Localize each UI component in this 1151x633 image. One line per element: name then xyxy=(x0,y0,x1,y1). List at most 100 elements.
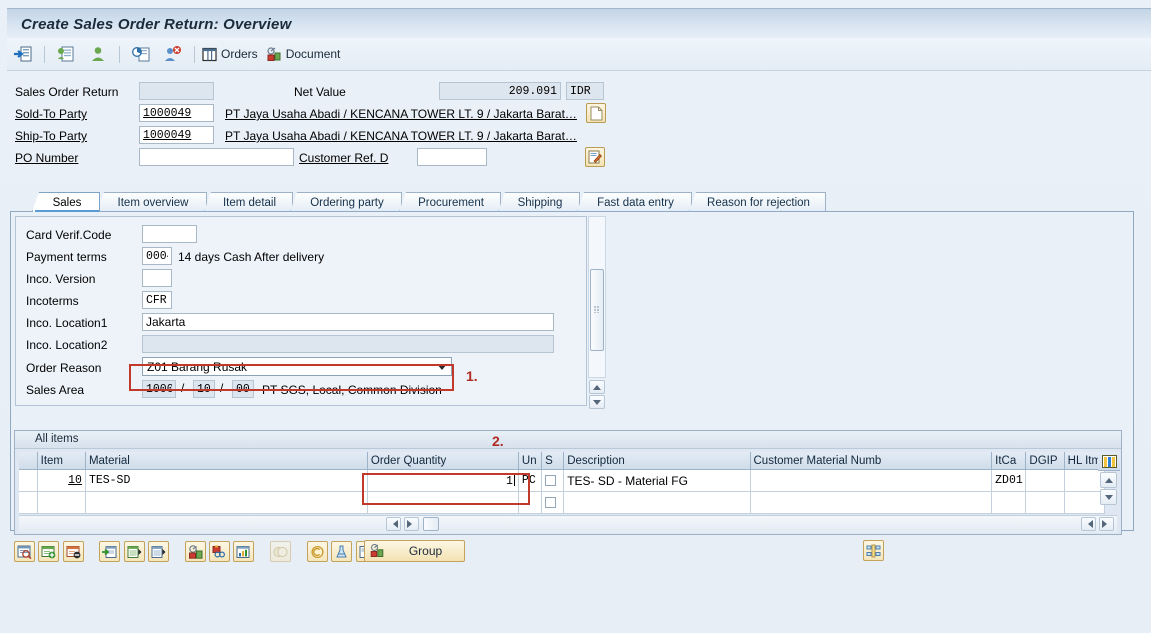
person-icon[interactable] xyxy=(82,41,114,67)
search-display-icon[interactable] xyxy=(14,541,35,562)
back-enter-icon[interactable] xyxy=(7,41,39,67)
row-scroll-down-button[interactable] xyxy=(1100,489,1117,505)
po-number-input[interactable] xyxy=(139,148,294,166)
tab-procurement[interactable]: Procurement xyxy=(399,192,501,212)
sold-to-party-input[interactable] xyxy=(139,104,214,122)
document-flow-icon[interactable] xyxy=(863,540,884,561)
cell-dgip[interactable] xyxy=(1025,491,1065,514)
tab-shipping[interactable]: Shipping xyxy=(498,192,580,212)
cell-material[interactable] xyxy=(85,491,368,514)
select-all-header[interactable] xyxy=(19,452,38,470)
column-header-material[interactable]: Material xyxy=(85,452,368,470)
cell-item[interactable] xyxy=(37,491,86,514)
inco-location1-input[interactable] xyxy=(142,313,554,331)
cell-unit[interactable] xyxy=(518,491,543,514)
cell-hl-itm[interactable] xyxy=(1064,491,1106,514)
column-header-s[interactable]: S xyxy=(541,452,565,470)
table-row[interactable]: 10 TES-SD 1 PC TES- SD - Material FG ZD0… xyxy=(19,469,1106,492)
sold-to-party-description[interactable]: PT Jaya Usaha Abadi / KENCANA TOWER LT. … xyxy=(225,107,577,121)
cell-customer-material-numb[interactable] xyxy=(750,469,993,492)
partner-overview-button[interactable] xyxy=(585,147,605,167)
sold-to-party-detail-button[interactable] xyxy=(586,103,606,123)
inco-location2-input[interactable] xyxy=(142,335,554,353)
cell-itca[interactable] xyxy=(991,491,1027,514)
tab-reason-for-rejection[interactable]: Reason for rejection xyxy=(689,192,826,212)
column-header-order-quantity[interactable]: Order Quantity xyxy=(367,452,519,470)
cell-s[interactable] xyxy=(541,469,565,492)
orders-button[interactable]: Orders xyxy=(200,41,264,67)
cell-unit[interactable]: PC xyxy=(518,469,543,492)
group-button[interactable]: Group xyxy=(364,540,465,562)
incoterms-input[interactable] xyxy=(142,291,172,309)
overview-icon[interactable] xyxy=(125,41,157,67)
sales-order-return-input[interactable] xyxy=(139,82,214,100)
cell-hl-itm[interactable] xyxy=(1064,469,1106,492)
cell-order-quantity[interactable] xyxy=(367,491,519,514)
statistics-icon[interactable] xyxy=(233,541,255,562)
hscroll-right-button[interactable] xyxy=(404,517,419,531)
ship-to-party-description[interactable]: PT Jaya Usaha Abadi / KENCANA TOWER LT. … xyxy=(225,129,577,143)
hscroll-thumb[interactable] xyxy=(423,517,439,531)
tab-item-overview[interactable]: Item overview xyxy=(97,192,207,212)
column-header-dgip[interactable]: DGIP xyxy=(1025,452,1065,470)
configuration-icon[interactable] xyxy=(331,541,353,562)
column-header-customer-material-numb[interactable]: Customer Material Numb xyxy=(750,452,993,470)
card-verif-code-input[interactable] xyxy=(142,225,197,243)
sales-scrollbar-thumb[interactable] xyxy=(590,269,604,351)
hscroll-left-button[interactable] xyxy=(386,517,401,531)
cell-s[interactable] xyxy=(541,491,565,514)
double-coin-icon[interactable] xyxy=(270,541,292,562)
tab-ordering-party[interactable]: Ordering party xyxy=(290,192,402,212)
column-header-itca[interactable]: ItCa xyxy=(991,452,1027,470)
sales-scroll-down-button[interactable] xyxy=(589,395,605,409)
sales-document-icon[interactable] xyxy=(50,41,82,67)
sales-scroll-up-button[interactable] xyxy=(589,380,605,394)
item-detail-icon[interactable] xyxy=(123,541,145,562)
delete-row-icon[interactable] xyxy=(62,541,84,562)
column-header-description[interactable]: Description xyxy=(563,452,751,470)
shipping-check-icon[interactable] xyxy=(209,541,231,562)
cell-item[interactable]: 10 xyxy=(37,469,86,492)
ship-to-party-label[interactable]: Ship-To Party xyxy=(15,129,87,143)
grid-settings-button[interactable] xyxy=(1098,452,1120,471)
customer-ref-d-label[interactable]: Customer Ref. D xyxy=(299,151,388,165)
horizontal-scroll-area[interactable] xyxy=(19,515,1117,533)
hscroll-left-button-right[interactable] xyxy=(1081,517,1096,531)
tab-item-detail[interactable]: Item detail xyxy=(204,192,293,212)
cell-itca[interactable]: ZD01 xyxy=(991,469,1027,492)
column-header-un[interactable]: Un xyxy=(518,452,543,470)
row-selector[interactable] xyxy=(19,491,38,514)
payment-terms-input[interactable] xyxy=(142,247,172,265)
copy-item-icon[interactable] xyxy=(99,541,121,562)
cell-dgip[interactable] xyxy=(1025,469,1065,492)
row-checkbox[interactable] xyxy=(545,474,557,486)
cell-material[interactable]: TES-SD xyxy=(85,469,368,492)
cell-order-quantity[interactable]: 1 xyxy=(367,469,519,492)
cell-description[interactable]: TES- SD - Material FG xyxy=(563,469,751,492)
sales-scrollbar[interactable] xyxy=(588,216,606,378)
inco-version-input[interactable] xyxy=(142,269,172,287)
column-header-item[interactable]: Item xyxy=(37,452,86,470)
row-selector[interactable] xyxy=(19,469,38,492)
document-button[interactable]: Document xyxy=(264,41,347,67)
tab-fast-data-entry[interactable]: Fast data entry xyxy=(577,192,692,212)
pricing-icon[interactable] xyxy=(306,541,328,562)
insert-row-icon[interactable] xyxy=(38,541,60,562)
order-reason-dropdown[interactable]: Z01 Barang Rusak xyxy=(142,357,452,376)
table-row[interactable] xyxy=(19,491,1106,514)
ship-to-party-input[interactable] xyxy=(139,126,214,144)
hscroll-right-button-right[interactable] xyxy=(1099,517,1114,531)
row-scroll-up-button[interactable] xyxy=(1100,472,1117,488)
sold-to-party-label[interactable]: Sold-To Party xyxy=(15,107,87,121)
row-checkbox[interactable] xyxy=(545,496,557,508)
po-number-label[interactable]: PO Number xyxy=(15,151,78,165)
customer-ref-d-input[interactable] xyxy=(417,148,487,166)
availability-icon[interactable] xyxy=(184,541,206,562)
chevron-down-icon[interactable] xyxy=(437,363,447,370)
cell-customer-material-numb[interactable] xyxy=(750,491,993,514)
tab-label: Item overview xyxy=(117,196,189,209)
reject-partner-icon[interactable] xyxy=(157,41,189,67)
cell-description[interactable] xyxy=(563,491,751,514)
tab-sales[interactable]: Sales xyxy=(32,192,100,212)
item-overview-icon[interactable] xyxy=(148,541,170,562)
